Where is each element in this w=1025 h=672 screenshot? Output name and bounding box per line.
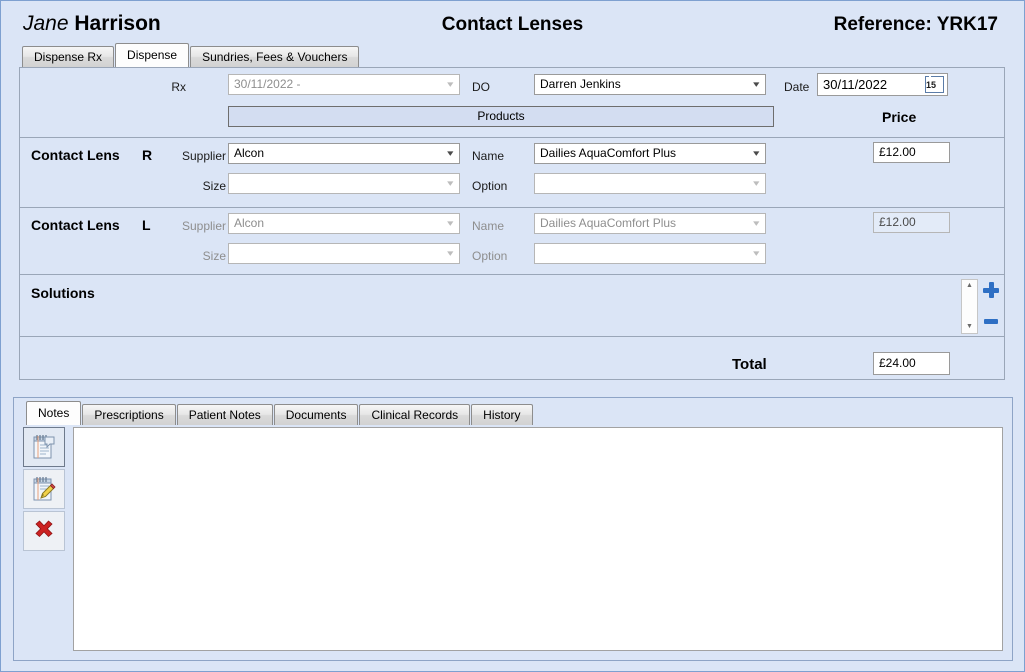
chevron-down-icon: ▾ [447, 79, 454, 89]
row-r-price-input[interactable]: £12.00 [873, 142, 950, 163]
records-panel: Notes Prescriptions Patient Notes Docume… [13, 397, 1013, 661]
row-l-supplier-value: Alcon [234, 216, 265, 230]
section-divider [20, 336, 1004, 337]
rx-label: Rx [171, 80, 186, 94]
chevron-down-icon: ▾ [753, 218, 760, 228]
delete-note-button[interactable] [23, 511, 65, 551]
row-r-supplier-value: Alcon [234, 146, 265, 160]
plus-icon-vertical [989, 282, 994, 298]
chevron-down-icon: ▾ [447, 218, 454, 228]
date-value: 30/11/2022 [823, 77, 888, 92]
row-l-price-input[interactable]: £12.00 [873, 212, 950, 233]
row-l-supplier-label: Supplier [181, 219, 226, 233]
tab-sundries-fees-vouchers[interactable]: Sundries, Fees & Vouchers [190, 46, 360, 67]
row-r-option-select[interactable]: ▾ [534, 173, 766, 194]
chevron-down-icon: ▾ [753, 248, 760, 258]
dispense-panel: Rx 30/11/2022 - ▾ DO Darren Jenkins ▾ Da… [19, 67, 1005, 380]
reference-label: Reference: YRK17 [833, 14, 998, 35]
remove-solution-button[interactable] [983, 313, 999, 329]
tab-clinical-records[interactable]: Clinical Records [359, 404, 471, 425]
date-label: Date [784, 80, 810, 94]
solutions-scrollbar[interactable]: ▲ ▼ [961, 279, 978, 334]
calendar-icon[interactable]: 15 [925, 76, 944, 93]
chevron-down-icon: ▾ [447, 248, 454, 258]
new-note-button[interactable] [23, 427, 65, 467]
row-r-title: Contact Lens [31, 147, 120, 163]
row-r-name-label: Name [472, 149, 505, 163]
tab-patient-notes[interactable]: Patient Notes [176, 404, 273, 425]
chevron-down-icon: ▾ [753, 148, 760, 158]
row-r-size-select[interactable]: ▾ [228, 173, 460, 194]
do-select[interactable]: Darren Jenkins ▾ [534, 74, 766, 95]
do-select-value: Darren Jenkins [540, 77, 621, 91]
chevron-down-icon: ▾ [753, 79, 760, 89]
price-header: Price [882, 109, 917, 125]
contact-lenses-window: Jane Harrison Contact Lenses Reference: … [0, 0, 1025, 672]
row-l-name-value: Dailies AquaComfort Plus [540, 216, 677, 230]
row-l-option-label: Option [472, 249, 508, 263]
rx-select[interactable]: 30/11/2022 - ▾ [228, 74, 460, 95]
chevron-down-icon: ▾ [447, 178, 454, 188]
chevron-down-icon: ▾ [753, 178, 760, 188]
edit-note-button[interactable] [23, 469, 65, 509]
row-l-name-select[interactable]: Dailies AquaComfort Plus ▾ [534, 213, 766, 234]
section-divider [20, 207, 1004, 208]
row-r-supplier-select[interactable]: Alcon ▾ [228, 143, 460, 164]
chevron-down-icon: ▾ [447, 148, 454, 158]
minus-icon [984, 319, 998, 324]
notes-textarea[interactable] [73, 427, 1003, 651]
row-l-size-select[interactable]: ▾ [228, 243, 460, 264]
scroll-up-icon[interactable]: ▲ [962, 280, 977, 292]
scroll-down-icon[interactable]: ▼ [962, 321, 977, 333]
add-solution-button[interactable] [983, 282, 999, 298]
row-r-option-label: Option [472, 179, 508, 193]
new-note-icon [33, 435, 55, 459]
row-r-eye: R [142, 147, 153, 163]
section-divider [20, 274, 1004, 275]
section-divider [20, 137, 1004, 138]
tab-prescriptions[interactable]: Prescriptions [82, 404, 176, 425]
row-l-title: Contact Lens [31, 217, 120, 233]
tab-notes[interactable]: Notes [26, 401, 82, 425]
do-label: DO [472, 80, 490, 94]
row-l-eye: L [142, 217, 151, 233]
total-value[interactable]: £24.00 [873, 352, 950, 375]
row-r-supplier-label: Supplier [181, 149, 226, 163]
solutions-label: Solutions [31, 285, 95, 301]
date-picker[interactable]: 30/11/2022 15 [817, 73, 948, 96]
delete-note-icon [35, 520, 53, 538]
records-tabstrip: Notes Prescriptions Patient Notes Docume… [26, 401, 534, 426]
total-label: Total [732, 356, 767, 373]
calendar-icon-day: 15 [926, 80, 937, 90]
row-l-name-label: Name [472, 219, 505, 233]
edit-note-icon [33, 477, 56, 501]
tab-documents[interactable]: Documents [273, 404, 359, 425]
row-l-supplier-select[interactable]: Alcon ▾ [228, 213, 460, 234]
row-r-size-label: Size [202, 179, 226, 193]
window-header: Jane Harrison Contact Lenses Reference: … [1, 1, 1024, 45]
row-l-size-label: Size [202, 249, 226, 263]
tab-dispense-rx[interactable]: Dispense Rx [22, 46, 115, 67]
tab-history[interactable]: History [471, 404, 533, 425]
rx-select-value: 30/11/2022 - [234, 77, 301, 91]
tab-dispense[interactable]: Dispense [115, 43, 190, 67]
row-r-name-value: Dailies AquaComfort Plus [540, 146, 677, 160]
dispense-tabstrip: Dispense Rx Dispense Sundries, Fees & Vo… [22, 43, 360, 68]
products-header: Products [228, 106, 774, 127]
row-r-name-select[interactable]: Dailies AquaComfort Plus ▾ [534, 143, 766, 164]
row-l-option-select[interactable]: ▾ [534, 243, 766, 264]
